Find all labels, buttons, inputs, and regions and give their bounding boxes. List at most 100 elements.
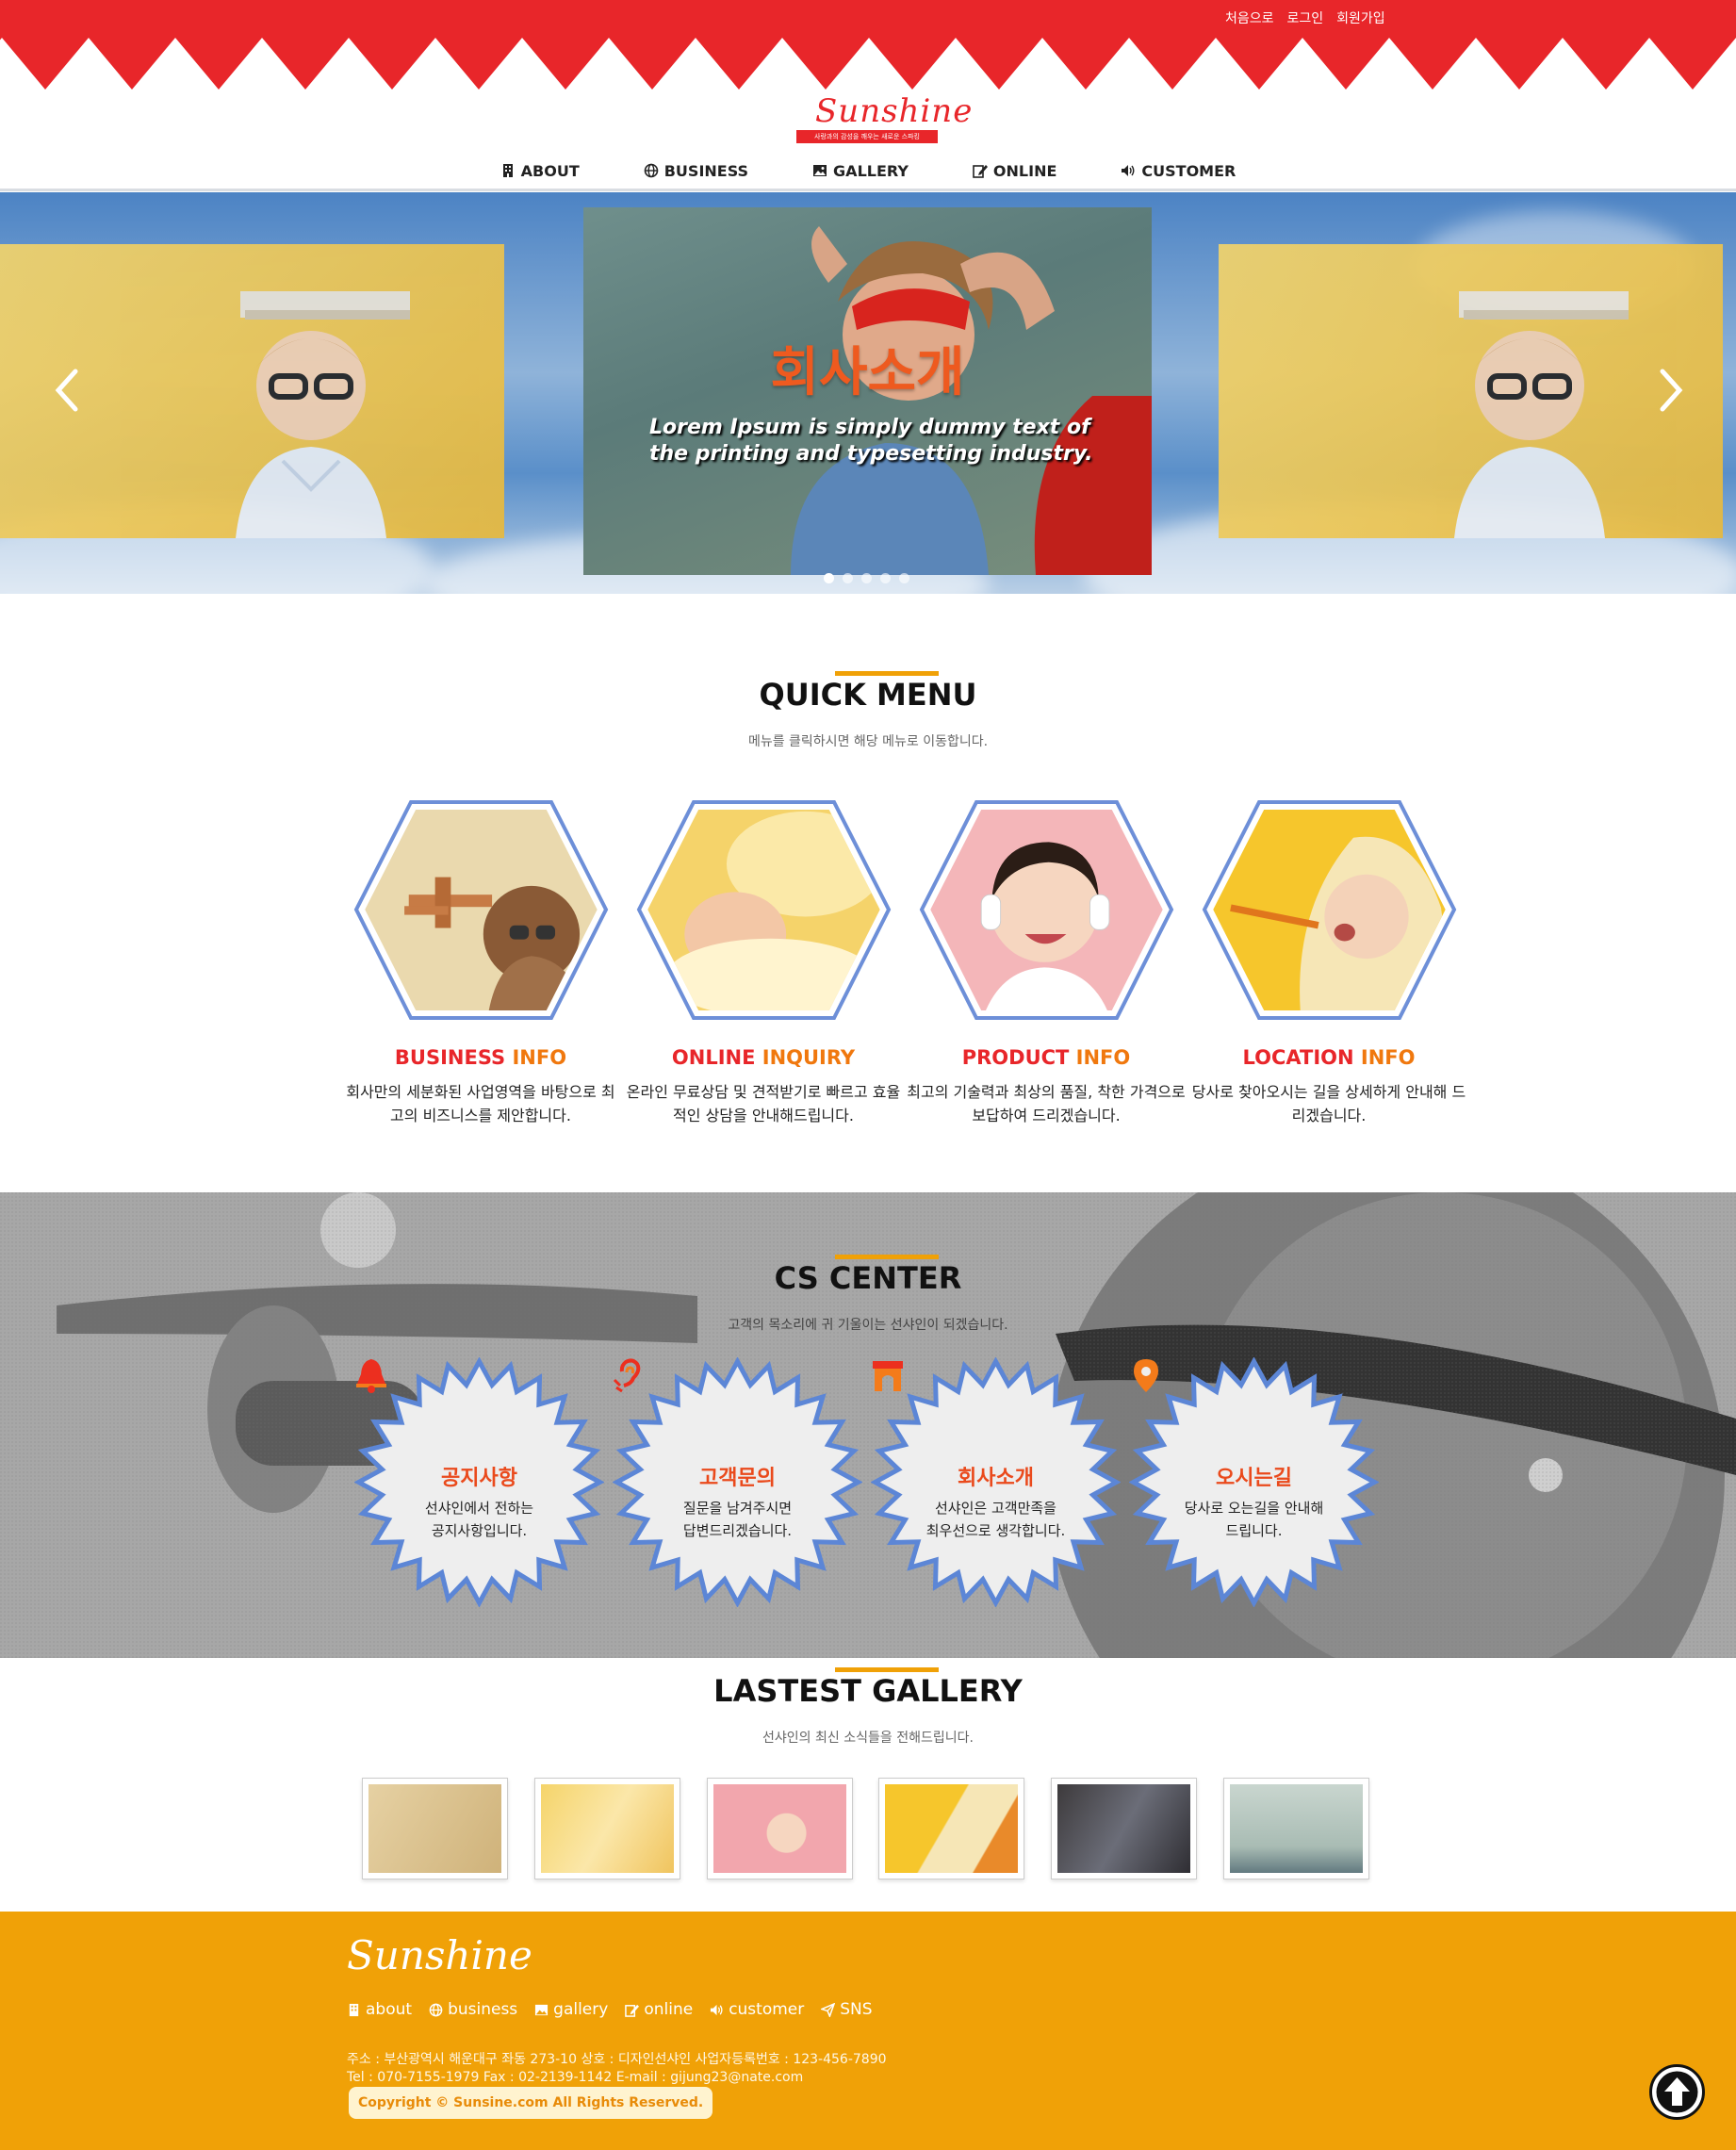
image-icon bbox=[813, 165, 827, 176]
cs-item-notice[interactable]: 공지사항 선샤인에서 전하는 공지사항입니다. bbox=[354, 1357, 604, 1607]
nav-customer[interactable]: CUSTOMER bbox=[1089, 156, 1268, 186]
footer-link-label: SNS bbox=[840, 2000, 873, 2019]
kid-with-books-image bbox=[1454, 291, 1629, 538]
hex-photo-baby-eating bbox=[1202, 800, 1456, 1020]
cs-head: 고객문의 bbox=[699, 1467, 776, 1490]
gallery-thumb[interactable] bbox=[707, 1778, 853, 1879]
cs-head: 회사소개 bbox=[958, 1467, 1034, 1490]
cs-desc: 선샤인은 고객만족을 최우선으로 생각합니다. bbox=[925, 1500, 1066, 1539]
slider-dot[interactable] bbox=[899, 573, 909, 583]
nav-about-label: ABOUT bbox=[520, 161, 580, 180]
nav-online[interactable]: ONLINE bbox=[941, 156, 1089, 186]
scroll-to-top-icon[interactable] bbox=[1648, 2063, 1706, 2121]
cs-item-location[interactable]: 오시는길 당사로 오는길을 안내해 드립니다. bbox=[1129, 1357, 1379, 1607]
footer-link-online[interactable]: online bbox=[625, 2000, 693, 2019]
footer-copyright: Copyright © Sunsine.com All Rights Reser… bbox=[349, 2087, 713, 2119]
edit-icon bbox=[973, 165, 988, 178]
footer-link-about[interactable]: about bbox=[347, 2000, 412, 2019]
signup-link[interactable]: 회원가입 bbox=[1336, 8, 1385, 27]
hex-photo-plane bbox=[353, 800, 608, 1020]
send-icon bbox=[821, 2002, 836, 2017]
gallery-thumb[interactable] bbox=[878, 1778, 1024, 1879]
cs-title: CS CENTER bbox=[774, 1260, 962, 1296]
footer-links: about business gallery online customer S… bbox=[347, 2000, 873, 2019]
slider-dot[interactable] bbox=[843, 573, 853, 583]
map-pin-icon bbox=[1134, 1359, 1158, 1392]
nav-business[interactable]: BUSINESS bbox=[612, 156, 780, 186]
hex-photo-baby-headphones bbox=[919, 800, 1173, 1020]
slider-dot[interactable] bbox=[824, 573, 834, 583]
nav-about[interactable]: ABOUT bbox=[468, 156, 612, 186]
slide-title: 회사소개 bbox=[770, 342, 965, 403]
footer-link-label: business bbox=[448, 2000, 518, 2019]
quick-item-location[interactable]: LOCATION INFO 당사로 찾아오시는 길을 상세하게 안내해 드리겠습… bbox=[1187, 795, 1470, 1127]
gallery-thumb[interactable] bbox=[1223, 1778, 1369, 1879]
quick-head-orange: INFO bbox=[1360, 1046, 1416, 1069]
gallery-accent bbox=[835, 1667, 939, 1672]
building-icon bbox=[349, 2003, 359, 2016]
footer-info-line: 주소 : 부산광역시 해운대구 좌동 273-10 상호 : 디자인선샤인 사업… bbox=[347, 2052, 887, 2067]
quick-head-red: LOCATION bbox=[1242, 1046, 1354, 1069]
nav-online-label: ONLINE bbox=[992, 161, 1057, 180]
footer-link-customer[interactable]: customer bbox=[710, 2000, 804, 2019]
site-footer: Sunshine about business gallery online c… bbox=[0, 1912, 1736, 2150]
footer-link-label: online bbox=[644, 2000, 694, 2019]
quick-menu-subtitle: 메뉴를 클릭하시면 해당 메뉴로 이동합니다. bbox=[747, 734, 989, 749]
cs-head: 공지사항 bbox=[441, 1467, 517, 1490]
slide-active[interactable]: 회사소개 Lorem Ipsum is simply dummy text of… bbox=[583, 207, 1152, 575]
quick-head-orange: INQUIRY bbox=[762, 1046, 856, 1069]
home-link[interactable]: 처음으로 bbox=[1225, 8, 1274, 27]
cs-head: 오시는길 bbox=[1216, 1467, 1292, 1490]
footer-link-label: customer bbox=[729, 2000, 805, 2019]
gallery-thumb[interactable] bbox=[362, 1778, 508, 1879]
cs-accent bbox=[835, 1255, 939, 1259]
quick-head-red: PRODUCT bbox=[961, 1046, 1070, 1069]
ear-icon bbox=[613, 1358, 641, 1393]
slider-dot[interactable] bbox=[880, 573, 891, 583]
bell-icon bbox=[356, 1359, 386, 1393]
logo-text: Sunshine bbox=[815, 92, 974, 130]
image-icon bbox=[535, 2004, 549, 2015]
quick-item-product[interactable]: PRODUCT INFO 최고의 기술력과 최상의 품질, 착한 가격으로 보답… bbox=[905, 795, 1187, 1127]
nav-business-label: BUSINESS bbox=[663, 161, 749, 180]
quick-item-online[interactable]: ONLINE INQUIRY 온라인 무료상담 및 견적받기로 빠르고 효율적인… bbox=[622, 795, 905, 1127]
cs-desc: 선샤인에서 전하는 공지사항입니다. bbox=[424, 1500, 534, 1539]
cs-item-about[interactable]: 회사소개 선샤인은 고객만족을 최우선으로 생각합니다. bbox=[871, 1357, 1121, 1607]
quick-desc: 최고의 기술력과 최상의 품질, 착한 가격으로 보답하여 드리겠습니다. bbox=[907, 1083, 1186, 1124]
top-banner: 처음으로 로그인 회원가입 bbox=[0, 0, 1736, 90]
top-links: 처음으로 로그인 회원가입 bbox=[1225, 8, 1385, 27]
hex-photo-baby-hand bbox=[636, 800, 891, 1020]
nav-gallery[interactable]: GALLERY bbox=[780, 156, 941, 186]
slider-next-arrow-icon[interactable] bbox=[1651, 362, 1689, 419]
cs-item-inquiry[interactable]: 고객문의 질문을 남겨주시면 답변드리겠습니다. bbox=[613, 1357, 862, 1607]
cs-desc: 질문을 남겨주시면 답변드리겠습니다. bbox=[682, 1500, 793, 1539]
logo-tagline: 사랑과의 감성을 깨우는 새로운 스파킹 bbox=[796, 130, 938, 143]
footer-link-business[interactable]: business bbox=[429, 2000, 517, 2019]
footer-logo[interactable]: Sunshine bbox=[347, 1932, 532, 1978]
site-logo[interactable]: Sunshine 사랑과의 감성을 깨우는 새로운 스파킹 bbox=[796, 92, 972, 149]
speaker-icon bbox=[1122, 165, 1135, 176]
quick-desc: 회사만의 세분화된 사업영역을 바탕으로 최고의 비즈니스를 제안합니다. bbox=[346, 1083, 615, 1124]
cs-desc: 당사로 오는길을 안내해 드립니다. bbox=[1184, 1500, 1324, 1539]
hero-slider: 회사소개 Lorem Ipsum is simply dummy text of… bbox=[0, 192, 1736, 594]
gallery-thumb[interactable] bbox=[534, 1778, 680, 1879]
footer-link-label: about bbox=[366, 2000, 413, 2019]
quick-item-business[interactable]: BUSINESS INFO 회사만의 세분화된 사업영역을 바탕으로 최고의 비… bbox=[339, 795, 622, 1127]
footer-link-gallery[interactable]: gallery bbox=[534, 2000, 608, 2019]
quick-desc: 온라인 무료상담 및 견적받기로 빠르고 효율적인 상담을 안내해드립니다. bbox=[626, 1083, 901, 1124]
edit-icon bbox=[625, 2004, 640, 2017]
speaker-icon bbox=[711, 2004, 723, 2015]
gallery-title: LASTEST GALLERY bbox=[713, 1673, 1023, 1709]
gallery-thumb[interactable] bbox=[1051, 1778, 1197, 1879]
quick-menu-accent bbox=[835, 671, 939, 676]
footer-link-sns[interactable]: SNS bbox=[821, 2000, 873, 2019]
globe-icon bbox=[644, 163, 659, 178]
nav-gallery-label: GALLERY bbox=[833, 161, 909, 180]
archway-icon bbox=[873, 1361, 903, 1391]
quick-head-red: BUSINESS bbox=[394, 1046, 506, 1069]
slider-dots bbox=[824, 573, 909, 583]
login-link[interactable]: 로그인 bbox=[1287, 8, 1324, 27]
slider-prev-arrow-icon[interactable] bbox=[49, 362, 87, 419]
building-icon bbox=[502, 164, 513, 177]
slider-dot[interactable] bbox=[861, 573, 872, 583]
